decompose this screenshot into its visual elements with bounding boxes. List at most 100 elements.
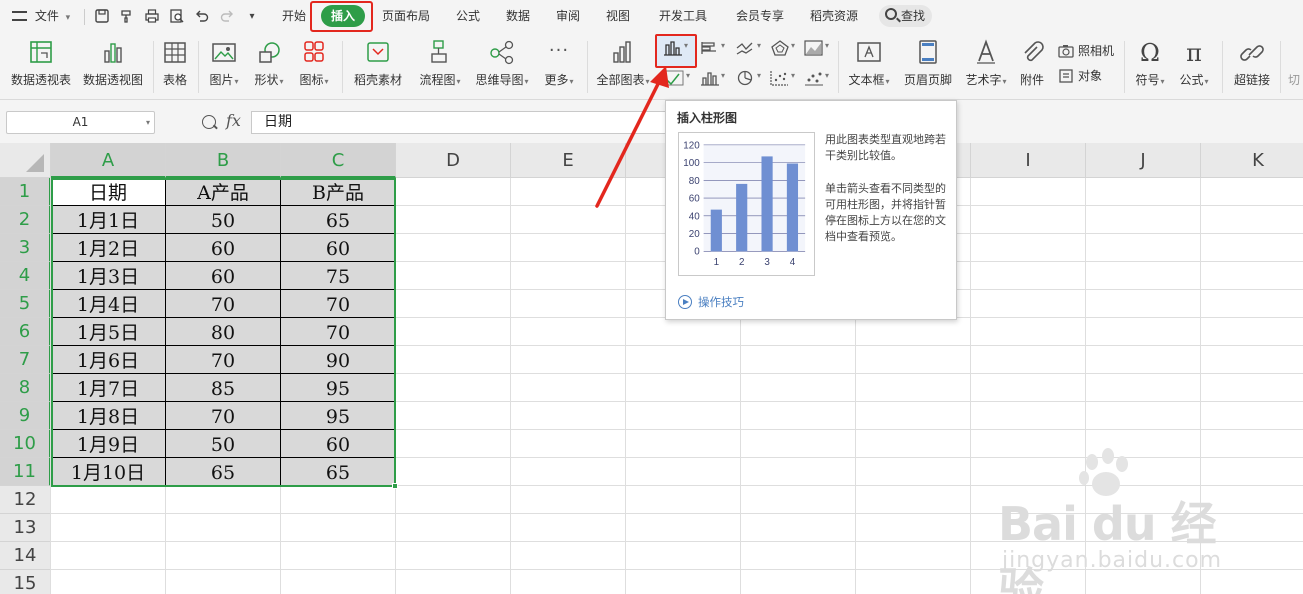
pie-chart-button[interactable]: ▾	[733, 68, 767, 88]
pivot-table-icon	[26, 39, 56, 67]
y-tick-label: 60	[689, 194, 700, 205]
attachment-button[interactable]: 附件	[1016, 37, 1048, 95]
attachment-label: 附件	[1019, 73, 1044, 87]
row-header-5[interactable]: 5	[0, 290, 51, 318]
fill-handle[interactable]	[392, 483, 398, 489]
pivot-table-button[interactable]: 数据透视表	[8, 37, 74, 95]
area-chart-button[interactable]: ▾	[801, 38, 835, 58]
row-header-9[interactable]: 9	[0, 402, 51, 430]
row-header-4[interactable]: 4	[0, 262, 51, 290]
row-header-12[interactable]: 12	[0, 486, 51, 514]
print-preview-icon[interactable]	[168, 8, 186, 26]
tab-daoke-resources[interactable]: 稻壳资源	[810, 0, 858, 33]
scatter-chart-button[interactable]: ▾	[767, 68, 801, 88]
daoke-material-button[interactable]: 稻壳素材	[350, 37, 406, 95]
table-label: 表格	[162, 73, 187, 87]
save-icon[interactable]	[93, 8, 111, 26]
search-button[interactable]: 查找	[879, 5, 932, 27]
print-icon[interactable]	[143, 8, 161, 26]
select-all-corner[interactable]	[0, 143, 51, 178]
divider	[587, 41, 588, 93]
divider	[198, 41, 199, 93]
tab-member[interactable]: 会员专享	[736, 0, 784, 33]
tab-home[interactable]: 开始	[282, 0, 306, 33]
hyperlink-button[interactable]: 超链接	[1229, 37, 1275, 95]
column-header-k[interactable]: K	[1201, 143, 1303, 178]
pivot-chart-button[interactable]: 数据透视图	[80, 37, 146, 95]
header-footer-button[interactable]: 页眉页脚	[901, 37, 955, 95]
redo-icon[interactable]	[218, 8, 236, 26]
column-header-j[interactable]: J	[1086, 143, 1201, 178]
divider	[342, 41, 343, 93]
row-header-7[interactable]: 7	[0, 346, 51, 374]
row-header-15[interactable]: 15	[0, 570, 51, 594]
chevron-down-icon: ▾	[721, 71, 726, 80]
row-header-6[interactable]: 6	[0, 318, 51, 346]
column-header-d[interactable]: D	[396, 143, 511, 178]
row-header-2[interactable]: 2	[0, 206, 51, 234]
formula-button[interactable]: π 公式	[1174, 37, 1214, 95]
insert-column-chart-button-active[interactable]: ▾	[660, 38, 694, 58]
file-menu-label: 文件	[34, 9, 59, 23]
symbol-button[interactable]: Ω 符号	[1130, 37, 1170, 95]
tab-formulas[interactable]: 公式	[456, 0, 480, 33]
tips-link[interactable]: 操作技巧	[678, 294, 744, 310]
mindmap-icon	[487, 39, 517, 67]
slicer-button-partial[interactable]: 切	[1285, 37, 1303, 95]
selection-border	[51, 178, 396, 487]
column-header-a[interactable]: A	[51, 143, 166, 178]
row-header-14[interactable]: 14	[0, 542, 51, 570]
camera-button[interactable]: 照相机	[1058, 41, 1114, 61]
row-header-11[interactable]: 11	[0, 458, 51, 486]
customize-quick-access-icon[interactable]: ▾	[243, 8, 261, 26]
column-header-b[interactable]: B	[166, 143, 281, 178]
wordart-button[interactable]: 艺术字	[961, 37, 1011, 95]
divider	[1124, 41, 1125, 93]
more-label: 更多	[539, 71, 579, 88]
object-label: 对象	[1078, 69, 1103, 83]
tab-view[interactable]: 视图	[606, 0, 630, 33]
pivot-table-label: 数据透视表	[10, 73, 71, 87]
line-chart-button[interactable]: ▾	[733, 38, 767, 58]
bar-chart-button[interactable]: ▾	[697, 38, 731, 58]
divider	[1280, 41, 1281, 93]
omega-icon: Ω	[1140, 39, 1160, 67]
format-painter-icon[interactable]	[118, 8, 136, 26]
symbol-label: 符号	[1130, 71, 1170, 88]
tab-page-layout[interactable]: 页面布局	[382, 0, 430, 33]
icon-button[interactable]: 图标	[294, 37, 334, 95]
header-footer-icon	[913, 39, 943, 67]
search-label: 查找	[901, 9, 926, 23]
row-header-1[interactable]: 1	[0, 178, 51, 206]
picture-button[interactable]: 图片	[204, 37, 244, 95]
statistic-chart-button[interactable]: ▾	[697, 68, 731, 88]
other-chart-button[interactable]: ▾	[801, 68, 835, 88]
fx-icon[interactable]: fx	[226, 111, 241, 130]
object-button[interactable]: 对象	[1058, 66, 1102, 86]
table-button[interactable]: 表格	[158, 37, 192, 95]
zoom-icon[interactable]	[202, 115, 216, 129]
tab-review[interactable]: 审阅	[556, 0, 580, 33]
tooltip-description-1: 用此图表类型直观地跨若干类别比较值。	[825, 133, 946, 162]
radar-chart-button[interactable]: ▾	[767, 38, 801, 58]
mindmap-button[interactable]: 思维导图	[471, 37, 533, 95]
textbox-button[interactable]: 文本框	[843, 37, 895, 95]
shape-label: 形状	[248, 71, 290, 88]
textbox-icon	[854, 39, 884, 67]
column-header-i[interactable]: I	[971, 143, 1086, 178]
undo-icon[interactable]	[193, 8, 211, 26]
tab-developer[interactable]: 开发工具	[659, 0, 707, 33]
more-button[interactable]: ··· 更多	[539, 37, 579, 95]
row-header-13[interactable]: 13	[0, 514, 51, 542]
column-header-c[interactable]: C	[281, 143, 396, 178]
pivot-chart-label: 数据透视图	[82, 73, 143, 87]
row-header-10[interactable]: 10	[0, 430, 51, 458]
shape-button[interactable]: 形状	[248, 37, 290, 95]
flowchart-button[interactable]: 流程图	[414, 37, 466, 95]
file-menu[interactable]: 文件 ▾	[12, 0, 70, 33]
row-header-8[interactable]: 8	[0, 374, 51, 402]
tab-data[interactable]: 数据	[506, 0, 530, 33]
row-header-3[interactable]: 3	[0, 234, 51, 262]
scatter-chart-icon	[770, 70, 790, 86]
name-box[interactable]: A1 ▾	[6, 111, 155, 134]
